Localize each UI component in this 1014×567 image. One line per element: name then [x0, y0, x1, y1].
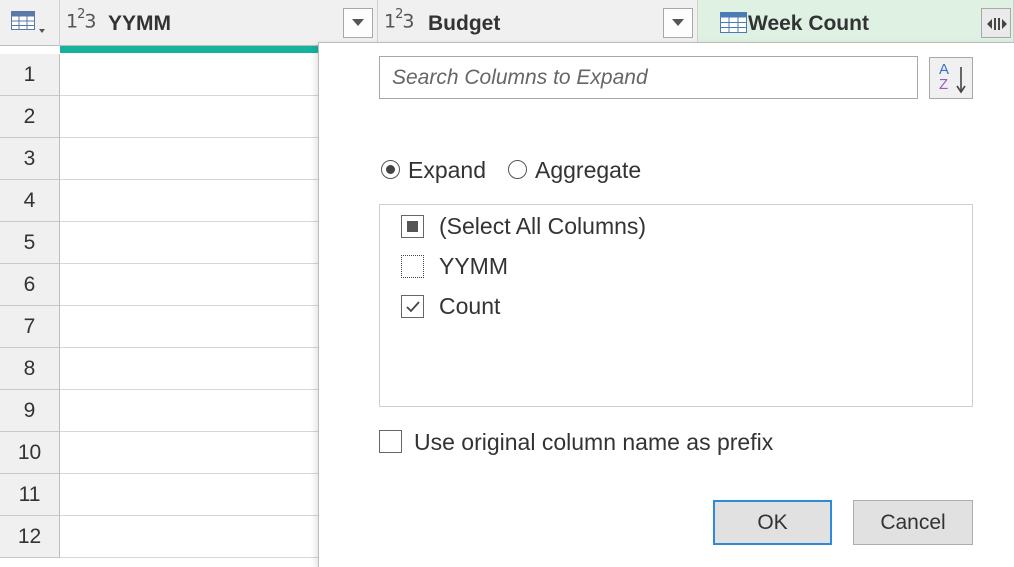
row-number[interactable]: 6 [0, 264, 60, 306]
table-row[interactable] [60, 54, 318, 96]
whole-number-type-icon[interactable]: 123 [66, 7, 96, 32]
chevron-down-icon [672, 19, 684, 26]
table-row[interactable] [60, 348, 318, 390]
table-row[interactable] [60, 96, 318, 138]
row-number[interactable]: 11 [0, 474, 60, 516]
table-row[interactable] [60, 180, 318, 222]
column-header-week-count[interactable]: Week Count [698, 0, 1014, 46]
row-number[interactable]: 7 [0, 306, 60, 348]
expand-columns-popup: AZ Expand Aggregate (Select All Columns)… [318, 42, 1014, 567]
column-header-budget[interactable]: 123 Budget [378, 0, 698, 46]
column-header-yymm[interactable]: 123 YYMM [60, 0, 378, 46]
select-all-checkbox[interactable] [401, 215, 424, 238]
filter-dropdown-button[interactable] [343, 8, 373, 38]
row-number[interactable]: 8 [0, 348, 60, 390]
row-number[interactable]: 2 [0, 96, 60, 138]
table-icon[interactable] [11, 11, 45, 35]
table-icon [720, 12, 747, 33]
table-row[interactable] [60, 222, 318, 264]
table-menu-corner[interactable] [0, 0, 60, 46]
list-item-label: Count [439, 293, 501, 319]
row-number[interactable]: 4 [0, 180, 60, 222]
radio-label: Expand [408, 157, 487, 183]
yymm-checkbox[interactable] [401, 255, 424, 278]
count-checkbox[interactable] [401, 295, 424, 318]
filter-dropdown-button[interactable] [663, 8, 693, 38]
row-number[interactable]: 3 [0, 138, 60, 180]
sort-columns-button[interactable]: AZ [929, 57, 973, 99]
search-columns-input[interactable] [379, 56, 918, 99]
cancel-button[interactable]: Cancel [853, 500, 973, 545]
column-title: Week Count [748, 12, 869, 35]
radio-label: Aggregate [535, 157, 642, 183]
ok-button[interactable]: OK [713, 500, 832, 545]
row-number[interactable]: 1 [0, 54, 60, 96]
table-row[interactable] [60, 138, 318, 180]
expand-arrows-icon [987, 18, 1007, 30]
column-title: YYMM [108, 12, 171, 35]
column-list[interactable]: (Select All Columns) YYMM Count [379, 204, 973, 407]
list-item-label: YYMM [439, 253, 508, 279]
table-row[interactable] [60, 516, 318, 558]
radio-button[interactable] [508, 160, 527, 179]
row-number[interactable]: 9 [0, 390, 60, 432]
list-item-label: (Select All Columns) [439, 213, 647, 239]
chevron-down-icon [352, 19, 364, 26]
whole-number-type-icon[interactable]: 123 [384, 7, 414, 32]
column-title: Budget [428, 12, 501, 35]
row-number[interactable]: 5 [0, 222, 60, 264]
row-number[interactable]: 12 [0, 516, 60, 558]
table-row[interactable] [60, 306, 318, 348]
row-number[interactable]: 10 [0, 432, 60, 474]
table-row[interactable] [60, 390, 318, 432]
table-row[interactable] [60, 264, 318, 306]
sort-a-z-icon: AZ [939, 61, 950, 93]
table-row[interactable] [60, 432, 318, 474]
expand-column-button[interactable] [981, 8, 1011, 38]
table-row[interactable] [60, 474, 318, 516]
checkmark-icon [406, 301, 420, 313]
prefix-label: Use original column name as prefix [414, 429, 774, 455]
prefix-checkbox[interactable] [379, 430, 402, 453]
column-quality-bar [60, 46, 318, 53]
arrow-down-icon [956, 67, 966, 94]
radio-button[interactable] [381, 160, 400, 179]
